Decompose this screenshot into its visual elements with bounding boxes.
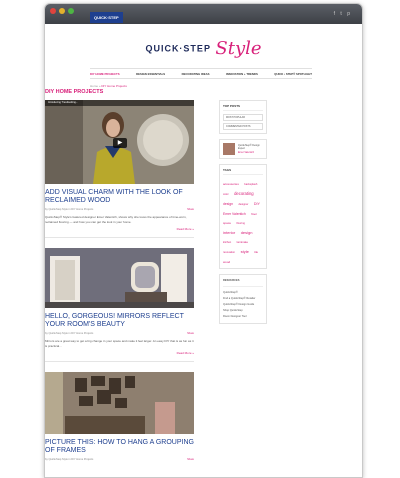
post-byline: by Quick•Step Style in DIY Home Projects [45,332,94,336]
mirror-room-image [45,248,194,309]
site-logo[interactable]: QUICK·STEP Style [45,38,362,59]
read-more-link[interactable]: Read More » [45,351,194,355]
nav-item-spotlight[interactable]: QUICK • STEP® SPOTLIGHT [274,72,312,76]
tag-link[interactable]: accessories [223,182,239,186]
social-icons[interactable]: f t p [334,11,352,17]
frames-room-image [45,372,194,435]
tag-cloud: accessories backsplash color decorating … [223,178,263,265]
post-byline: by Quick•Step Style in DIY Home Projects [45,458,94,462]
tag-link[interactable]: interior [223,230,235,235]
tag-link[interactable]: designer [238,203,248,206]
post-video[interactable]: Introducing Trendsetting... ▶ [45,100,194,184]
post-meta: by Quick•Step Style in DIY Home Projects… [45,208,194,211]
post-title[interactable]: ADD VISUAL CHARM WITH THE LOOK OF RECLAI… [45,189,194,205]
post-title[interactable]: HELLO, GORGEOUS! MIRRORS REFLECT YOUR RO… [45,313,194,329]
post-meta: by Quick•Step Style in DIY Home Projects… [45,332,194,335]
video-title-bar: Introducing Trendsetting... [45,100,194,106]
window-chrome: QUICK·STEP f t p [45,4,362,24]
logo-script: Style [215,38,262,59]
tag-link[interactable]: renovation [223,251,235,254]
post-byline: by Quick•Step Style in DIY Home Projects [45,208,94,211]
post-image[interactable] [45,372,194,435]
tag-link[interactable]: kitchen [223,241,231,244]
resource-link[interactable]: Room Designer Tool [223,314,263,320]
main-nav: DIY HOME PROJECTS DESIGN ESSENTIALS DECO… [90,68,312,79]
divider [45,237,194,239]
close-window-icon[interactable] [50,8,56,14]
top-posts-widget: TOP POSTS MOST POPULAR COMMENTED POSTS [219,100,267,134]
share-link[interactable]: Share [187,332,194,335]
sidebar: TOP POSTS MOST POPULAR COMMENTED POSTS Q… [219,100,267,329]
tab-most-popular[interactable]: MOST POPULAR [223,114,263,121]
share-link[interactable]: Share [187,208,194,211]
maximize-window-icon[interactable] [68,8,74,14]
page-title: DIY HOME PROJECTS [45,89,104,95]
top-posts-title: TOP POSTS [223,104,263,111]
profile-role: Quick•Step® Design Expert [238,143,260,151]
tag-link[interactable]: laminate [237,240,248,244]
divider [45,361,194,363]
avatar[interactable] [223,143,235,155]
share-link[interactable]: Share [187,458,194,461]
breadcrumb-current: DIY Home Projects [101,84,127,88]
tag-link[interactable]: backsplash [244,183,257,186]
tag-link[interactable]: DIY [254,202,260,206]
profile-widget: Quick•Step® Design Expert Emer Valentich [219,139,267,159]
tag-link[interactable]: wood [223,260,230,264]
minimize-window-icon[interactable] [59,8,65,14]
tag-link[interactable]: design [223,202,233,206]
logo-main: QUICK·STEP [145,43,211,54]
play-icon[interactable]: ▶ [113,138,127,148]
resources-title: RESOURCES [223,278,263,287]
nav-item-decorating-ideas[interactable]: DECORATING IDEAS [182,72,210,76]
tags-widget: TAGS accessories backsplash color decora… [219,164,267,269]
resources-widget: RESOURCES Quick•Step® Find a Quick•Step®… [219,274,267,324]
tag-link[interactable]: decorating [234,191,254,196]
profile-name[interactable]: Emer Valentich [238,151,254,154]
post-image[interactable] [45,248,194,309]
main-content: DIY HOME PROJECTS Introducing Trendsetti… [45,89,194,461]
post-excerpt: Quick•Step® Style's featured designer Em… [45,215,187,224]
tag-link[interactable]: style [241,249,249,254]
tag-link[interactable]: Emer Valentich [223,212,246,216]
breadcrumb-home[interactable]: Home [90,84,98,88]
tag-link[interactable]: tile [254,250,258,254]
nav-item-design-essentials[interactable]: DESIGN ESSENTIALS [136,72,165,76]
nav-item-diy-home-projects[interactable]: DIY HOME PROJECTS [90,72,120,76]
tag-link[interactable]: color [223,193,229,196]
post-meta: by Quick•Step Style in DIY Home Projects… [45,458,194,461]
breadcrumb: Home » DIY Home Projects [90,84,127,88]
tag-link[interactable]: flooring [236,222,245,225]
nav-item-innovation-trends[interactable]: INNOVATION + TRENDS [226,72,258,76]
post-excerpt: Mirrors are a great way to get a big cha… [45,339,194,348]
tab-commented-posts[interactable]: COMMENTED POSTS [223,123,263,130]
brand-tab[interactable]: QUICK·STEP [90,12,123,23]
post-title[interactable]: PICTURE THIS: HOW TO HANG A GROUPING OF … [45,439,194,455]
tag-link[interactable]: design [241,230,253,235]
read-more-link[interactable]: Read More » [45,227,194,231]
